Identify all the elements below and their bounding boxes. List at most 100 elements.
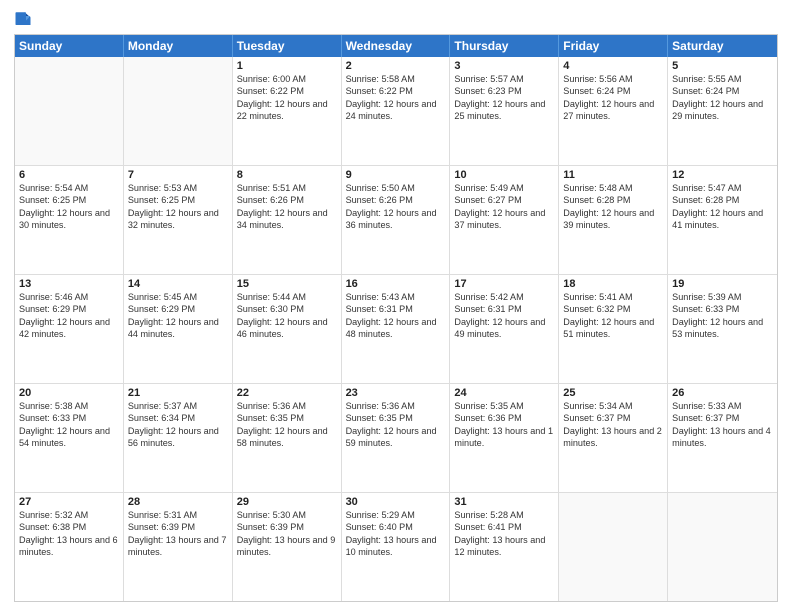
- calendar-cell-17: 17Sunrise: 5:42 AM Sunset: 6:31 PM Dayli…: [450, 275, 559, 383]
- day-number: 11: [563, 169, 663, 181]
- calendar: SundayMondayTuesdayWednesdayThursdayFrid…: [14, 34, 778, 602]
- calendar-header: SundayMondayTuesdayWednesdayThursdayFrid…: [15, 35, 777, 57]
- cell-info: Sunrise: 5:53 AM Sunset: 6:25 PM Dayligh…: [128, 182, 228, 231]
- cell-info: Sunrise: 5:58 AM Sunset: 6:22 PM Dayligh…: [346, 73, 446, 122]
- calendar-cell-9: 9Sunrise: 5:50 AM Sunset: 6:26 PM Daylig…: [342, 166, 451, 274]
- day-number: 20: [19, 387, 119, 399]
- cell-info: Sunrise: 5:49 AM Sunset: 6:27 PM Dayligh…: [454, 182, 554, 231]
- day-number: 23: [346, 387, 446, 399]
- calendar-cell-2: 2Sunrise: 5:58 AM Sunset: 6:22 PM Daylig…: [342, 57, 451, 165]
- calendar-cell-15: 15Sunrise: 5:44 AM Sunset: 6:30 PM Dayli…: [233, 275, 342, 383]
- day-number: 31: [454, 496, 554, 508]
- cell-info: Sunrise: 5:44 AM Sunset: 6:30 PM Dayligh…: [237, 291, 337, 340]
- day-number: 24: [454, 387, 554, 399]
- cell-info: Sunrise: 5:37 AM Sunset: 6:34 PM Dayligh…: [128, 400, 228, 449]
- calendar-cell-6: 6Sunrise: 5:54 AM Sunset: 6:25 PM Daylig…: [15, 166, 124, 274]
- calendar-cell-empty: [668, 493, 777, 601]
- calendar-cell-20: 20Sunrise: 5:38 AM Sunset: 6:33 PM Dayli…: [15, 384, 124, 492]
- day-number: 2: [346, 60, 446, 72]
- cell-info: Sunrise: 5:35 AM Sunset: 6:36 PM Dayligh…: [454, 400, 554, 449]
- cell-info: Sunrise: 5:46 AM Sunset: 6:29 PM Dayligh…: [19, 291, 119, 340]
- calendar-cell-31: 31Sunrise: 5:28 AM Sunset: 6:41 PM Dayli…: [450, 493, 559, 601]
- calendar-cell-25: 25Sunrise: 5:34 AM Sunset: 6:37 PM Dayli…: [559, 384, 668, 492]
- cell-info: Sunrise: 5:45 AM Sunset: 6:29 PM Dayligh…: [128, 291, 228, 340]
- day-number: 5: [672, 60, 773, 72]
- day-number: 4: [563, 60, 663, 72]
- logo-icon: [14, 10, 32, 28]
- cell-info: Sunrise: 5:51 AM Sunset: 6:26 PM Dayligh…: [237, 182, 337, 231]
- day-number: 3: [454, 60, 554, 72]
- calendar-cell-19: 19Sunrise: 5:39 AM Sunset: 6:33 PM Dayli…: [668, 275, 777, 383]
- cell-info: Sunrise: 5:50 AM Sunset: 6:26 PM Dayligh…: [346, 182, 446, 231]
- day-number: 6: [19, 169, 119, 181]
- logo: [14, 10, 34, 28]
- day-number: 12: [672, 169, 773, 181]
- header-day-wednesday: Wednesday: [342, 35, 451, 57]
- day-number: 30: [346, 496, 446, 508]
- calendar-cell-26: 26Sunrise: 5:33 AM Sunset: 6:37 PM Dayli…: [668, 384, 777, 492]
- calendar-row-2: 6Sunrise: 5:54 AM Sunset: 6:25 PM Daylig…: [15, 165, 777, 274]
- calendar-cell-13: 13Sunrise: 5:46 AM Sunset: 6:29 PM Dayli…: [15, 275, 124, 383]
- cell-info: Sunrise: 5:48 AM Sunset: 6:28 PM Dayligh…: [563, 182, 663, 231]
- calendar-cell-27: 27Sunrise: 5:32 AM Sunset: 6:38 PM Dayli…: [15, 493, 124, 601]
- cell-info: Sunrise: 5:42 AM Sunset: 6:31 PM Dayligh…: [454, 291, 554, 340]
- calendar-cell-3: 3Sunrise: 5:57 AM Sunset: 6:23 PM Daylig…: [450, 57, 559, 165]
- calendar-cell-28: 28Sunrise: 5:31 AM Sunset: 6:39 PM Dayli…: [124, 493, 233, 601]
- cell-info: Sunrise: 5:36 AM Sunset: 6:35 PM Dayligh…: [346, 400, 446, 449]
- cell-info: Sunrise: 5:33 AM Sunset: 6:37 PM Dayligh…: [672, 400, 773, 449]
- header-day-saturday: Saturday: [668, 35, 777, 57]
- page-header: [14, 10, 778, 28]
- calendar-cell-11: 11Sunrise: 5:48 AM Sunset: 6:28 PM Dayli…: [559, 166, 668, 274]
- day-number: 21: [128, 387, 228, 399]
- cell-info: Sunrise: 6:00 AM Sunset: 6:22 PM Dayligh…: [237, 73, 337, 122]
- day-number: 29: [237, 496, 337, 508]
- calendar-row-3: 13Sunrise: 5:46 AM Sunset: 6:29 PM Dayli…: [15, 274, 777, 383]
- day-number: 17: [454, 278, 554, 290]
- header-day-monday: Monday: [124, 35, 233, 57]
- day-number: 9: [346, 169, 446, 181]
- calendar-body: 1Sunrise: 6:00 AM Sunset: 6:22 PM Daylig…: [15, 57, 777, 601]
- cell-info: Sunrise: 5:39 AM Sunset: 6:33 PM Dayligh…: [672, 291, 773, 340]
- calendar-cell-7: 7Sunrise: 5:53 AM Sunset: 6:25 PM Daylig…: [124, 166, 233, 274]
- cell-info: Sunrise: 5:41 AM Sunset: 6:32 PM Dayligh…: [563, 291, 663, 340]
- day-number: 8: [237, 169, 337, 181]
- calendar-cell-14: 14Sunrise: 5:45 AM Sunset: 6:29 PM Dayli…: [124, 275, 233, 383]
- header-day-friday: Friday: [559, 35, 668, 57]
- day-number: 18: [563, 278, 663, 290]
- calendar-cell-5: 5Sunrise: 5:55 AM Sunset: 6:24 PM Daylig…: [668, 57, 777, 165]
- cell-info: Sunrise: 5:43 AM Sunset: 6:31 PM Dayligh…: [346, 291, 446, 340]
- calendar-cell-8: 8Sunrise: 5:51 AM Sunset: 6:26 PM Daylig…: [233, 166, 342, 274]
- cell-info: Sunrise: 5:54 AM Sunset: 6:25 PM Dayligh…: [19, 182, 119, 231]
- day-number: 16: [346, 278, 446, 290]
- calendar-cell-4: 4Sunrise: 5:56 AM Sunset: 6:24 PM Daylig…: [559, 57, 668, 165]
- calendar-cell-22: 22Sunrise: 5:36 AM Sunset: 6:35 PM Dayli…: [233, 384, 342, 492]
- calendar-row-1: 1Sunrise: 6:00 AM Sunset: 6:22 PM Daylig…: [15, 57, 777, 165]
- day-number: 15: [237, 278, 337, 290]
- calendar-cell-21: 21Sunrise: 5:37 AM Sunset: 6:34 PM Dayli…: [124, 384, 233, 492]
- day-number: 13: [19, 278, 119, 290]
- day-number: 27: [19, 496, 119, 508]
- cell-info: Sunrise: 5:30 AM Sunset: 6:39 PM Dayligh…: [237, 509, 337, 558]
- calendar-cell-18: 18Sunrise: 5:41 AM Sunset: 6:32 PM Dayli…: [559, 275, 668, 383]
- calendar-cell-29: 29Sunrise: 5:30 AM Sunset: 6:39 PM Dayli…: [233, 493, 342, 601]
- cell-info: Sunrise: 5:34 AM Sunset: 6:37 PM Dayligh…: [563, 400, 663, 449]
- cell-info: Sunrise: 5:55 AM Sunset: 6:24 PM Dayligh…: [672, 73, 773, 122]
- cell-info: Sunrise: 5:36 AM Sunset: 6:35 PM Dayligh…: [237, 400, 337, 449]
- cell-info: Sunrise: 5:32 AM Sunset: 6:38 PM Dayligh…: [19, 509, 119, 558]
- calendar-cell-10: 10Sunrise: 5:49 AM Sunset: 6:27 PM Dayli…: [450, 166, 559, 274]
- calendar-cell-empty: [15, 57, 124, 165]
- cell-info: Sunrise: 5:29 AM Sunset: 6:40 PM Dayligh…: [346, 509, 446, 558]
- calendar-cell-23: 23Sunrise: 5:36 AM Sunset: 6:35 PM Dayli…: [342, 384, 451, 492]
- header-day-sunday: Sunday: [15, 35, 124, 57]
- calendar-cell-30: 30Sunrise: 5:29 AM Sunset: 6:40 PM Dayli…: [342, 493, 451, 601]
- calendar-cell-empty: [559, 493, 668, 601]
- day-number: 10: [454, 169, 554, 181]
- calendar-row-5: 27Sunrise: 5:32 AM Sunset: 6:38 PM Dayli…: [15, 492, 777, 601]
- day-number: 26: [672, 387, 773, 399]
- day-number: 7: [128, 169, 228, 181]
- day-number: 25: [563, 387, 663, 399]
- day-number: 22: [237, 387, 337, 399]
- calendar-cell-16: 16Sunrise: 5:43 AM Sunset: 6:31 PM Dayli…: [342, 275, 451, 383]
- header-day-thursday: Thursday: [450, 35, 559, 57]
- day-number: 14: [128, 278, 228, 290]
